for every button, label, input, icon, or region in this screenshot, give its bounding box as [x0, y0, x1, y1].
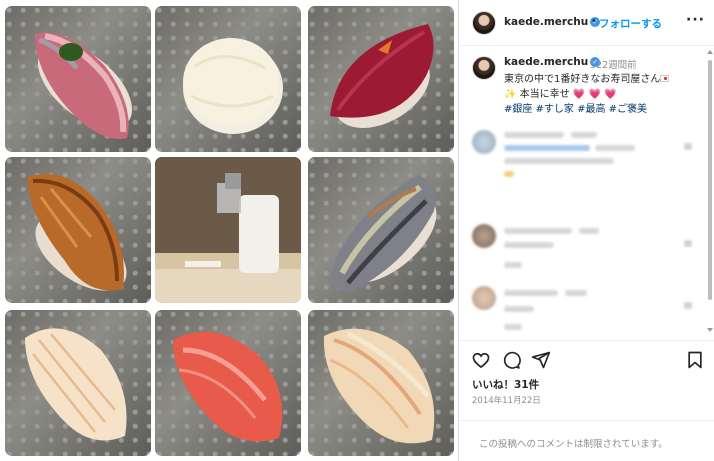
comment-reply[interactable]: [504, 262, 522, 268]
pink-hearts-icon: 💗 💗 💗: [572, 89, 617, 100]
bookmark-icon[interactable]: [685, 350, 705, 370]
comment-text: [504, 242, 554, 248]
separator-dot: •: [591, 16, 597, 27]
likes-count[interactable]: いいね！31件: [472, 377, 539, 392]
sushi-aji-image: [35, 32, 133, 140]
share-icon[interactable]: [531, 350, 551, 370]
comment-icon[interactable]: [501, 350, 521, 370]
caption-username-text[interactable]: kaede.merchu: [504, 56, 588, 68]
photo-sushi-anago[interactable]: [5, 157, 151, 303]
comment-time: [565, 290, 587, 296]
follow-button[interactable]: フォローする: [599, 16, 662, 31]
comment-time: [571, 132, 597, 138]
comment-avatar[interactable]: [472, 130, 496, 154]
divider: [459, 420, 714, 421]
scroll-up-icon[interactable]: [707, 50, 713, 54]
caption-line-1: 東京の中で1番好きなお寿司屋さん: [504, 70, 670, 85]
heart-icon[interactable]: [471, 350, 491, 370]
caption-avatar[interactable]: [472, 56, 496, 80]
comment-username[interactable]: [504, 228, 572, 234]
comments-disabled-notice: この投稿へのコメントは制限されています。: [479, 439, 668, 450]
caption-line-2: ✨ 本当に幸せ 💗 💗 💗: [504, 85, 617, 100]
caption-username[interactable]: kaede.merchu ✓: [504, 56, 601, 68]
avatar[interactable]: [472, 11, 496, 35]
sushi-chutoro-image: [173, 331, 283, 442]
photo-sushi-kasugo[interactable]: [308, 310, 454, 456]
photo-sushi-ika[interactable]: [5, 310, 151, 456]
comment-text: [504, 145, 590, 151]
chef-counter-image: [155, 157, 301, 303]
divider: [459, 340, 714, 341]
photo-sushi-aji[interactable]: [5, 6, 151, 152]
comment-like-icon[interactable]: [684, 240, 692, 247]
caption-line-1-text: 東京の中で1番好きなお寿司屋さん: [504, 74, 661, 85]
scroll-down-icon[interactable]: [707, 328, 713, 332]
comment-username[interactable]: [504, 290, 558, 296]
comment-avatar[interactable]: [472, 224, 496, 248]
comment-like-icon[interactable]: [684, 143, 692, 150]
photo-grid: [0, 0, 458, 461]
sushi-anago-image: [27, 174, 127, 291]
username-text[interactable]: kaede.merchu: [504, 16, 588, 28]
post-date[interactable]: 2014年11月22日: [472, 394, 541, 406]
comment-text: [504, 158, 614, 164]
comment-emoji: [504, 171, 514, 177]
post-header: kaede.merchu ✓ • フォローする ···: [459, 0, 714, 46]
comment-text: [595, 145, 635, 151]
sushi-ika-image: [25, 328, 127, 441]
photo-sushi-akami[interactable]: [308, 6, 454, 152]
photo-sushi-kohada[interactable]: [308, 157, 454, 303]
sushi-akami-image: [330, 24, 434, 128]
photo-sushi-chutoro[interactable]: [155, 310, 301, 456]
comments-scrollbar[interactable]: [706, 46, 714, 336]
comment-avatar[interactable]: [472, 286, 496, 310]
sushi-kohada-image: [332, 175, 437, 293]
scrollbar-thumb[interactable]: [708, 60, 712, 300]
comment-time: [579, 228, 599, 234]
more-options-icon[interactable]: ···: [686, 12, 705, 28]
photo-chef-counter[interactable]: [155, 157, 301, 303]
post-side-panel: kaede.merchu ✓ • フォローする ··· kaede.merchu ✓…: [458, 0, 714, 461]
header-username[interactable]: kaede.merchu ✓: [504, 16, 601, 28]
caption-line-2-text: ✨ 本当に幸せ: [504, 89, 570, 100]
comment-text: [504, 306, 534, 312]
sushi-hotate-image: [183, 38, 283, 134]
sushi-kasugo-image: [323, 328, 435, 444]
comment-username[interactable]: [504, 132, 564, 138]
comment-like-icon[interactable]: [684, 302, 692, 309]
japan-flag-icon: [660, 75, 670, 82]
post-age[interactable]: 522週間前: [590, 57, 637, 71]
photo-sushi-hotate[interactable]: [155, 6, 301, 152]
caption-hashtags[interactable]: #銀座 #すし家 #最高 #ご褒美: [504, 100, 647, 115]
comment-reply[interactable]: [504, 324, 522, 330]
